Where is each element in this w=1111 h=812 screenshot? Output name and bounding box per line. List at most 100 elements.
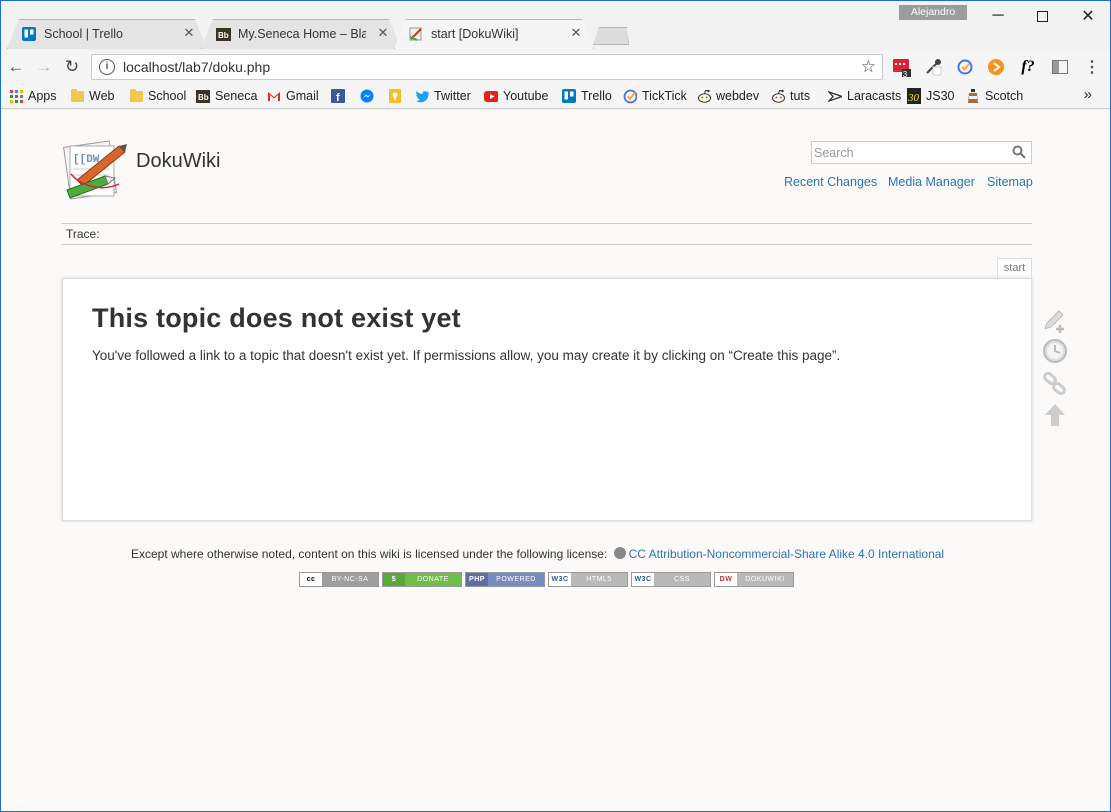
bookmark-school[interactable]: School	[129, 87, 186, 105]
bookmark-label: tuts	[790, 89, 811, 103]
bookmark-label: Youtube	[503, 89, 549, 103]
bookmark-facebook[interactable]: f	[331, 87, 350, 105]
maximize-icon[interactable]	[1019, 1, 1065, 31]
sitemap-link[interactable]: Sitemap	[987, 175, 1033, 189]
badge-cc[interactable]: cc BY-NC-SA	[299, 572, 379, 587]
bookmark-label: Apps	[28, 89, 57, 103]
badge-left: DW	[715, 573, 737, 586]
bookmark-trello[interactable]: Trello	[562, 87, 612, 105]
bookmark-label: TickTick	[642, 89, 687, 103]
page-id: start	[997, 258, 1032, 278]
trello-icon	[562, 89, 576, 103]
back-icon[interactable]: ←	[5, 56, 27, 78]
badge-donate[interactable]: $ DONATE	[382, 572, 462, 587]
bookmark-messenger[interactable]	[360, 87, 379, 105]
badge-html5[interactable]: W3C HTML5	[548, 572, 628, 587]
tab-trello[interactable]: School | Trello ✕	[7, 19, 207, 49]
old-revisions-icon[interactable]	[1042, 338, 1068, 364]
folder-icon	[70, 88, 84, 103]
forward-icon[interactable]: →	[33, 56, 55, 78]
search-icon[interactable]	[1012, 145, 1026, 159]
bookmark-label: Laracasts	[847, 89, 902, 103]
tab-dokuwiki[interactable]: start [DokuWiki] ✕	[394, 19, 594, 49]
reload-icon[interactable]: ↻	[61, 56, 83, 78]
svg-text:Bb: Bb	[218, 31, 229, 40]
bookmark-web[interactable]: Web	[70, 87, 114, 105]
page-content: This topic does not exist yet You've fol…	[62, 278, 1032, 521]
cc-globe-icon	[613, 547, 626, 559]
gmail-icon	[267, 89, 281, 103]
backlinks-icon[interactable]	[1042, 371, 1068, 397]
breadcrumb: Trace:	[61, 223, 1032, 245]
close-icon[interactable]: ✕	[183, 26, 195, 39]
reddit-icon	[771, 89, 785, 103]
close-icon[interactable]: ✕	[570, 26, 582, 39]
dokuwiki-logo[interactable]: [[DW	[61, 136, 129, 204]
window-close-icon[interactable]: ✕	[1065, 1, 1110, 31]
badge-dokuwiki[interactable]: DW DOKUWIKI	[714, 572, 794, 587]
sidebar-icon[interactable]	[1050, 57, 1070, 77]
formula-icon[interactable]: f?	[1018, 57, 1038, 77]
bookmark-label: webdev	[716, 89, 760, 103]
bookmark-apps[interactable]: Apps	[9, 87, 57, 105]
badge-php[interactable]: PHP POWERED	[465, 572, 545, 587]
badge-right: BY-NC-SA	[322, 573, 378, 586]
tab-title: start [DokuWiki]	[431, 27, 519, 41]
bookmark-tuts[interactable]: tuts	[771, 87, 810, 105]
bookmark-ticktick[interactable]: TickTick	[623, 87, 687, 105]
bookmark-laracasts[interactable]: Laracasts	[828, 87, 901, 105]
badge-css[interactable]: W3C CSS	[631, 572, 711, 587]
trello-icon	[21, 26, 37, 42]
menu-icon[interactable]: ⋮	[1082, 57, 1102, 77]
chevron-more-icon[interactable]: »	[1084, 86, 1092, 103]
ticktick-icon	[623, 89, 637, 103]
bookmark-keep[interactable]	[388, 87, 407, 105]
tab-title: My.Seneca Home – Blackboard	[238, 27, 366, 41]
bookmark-scotch[interactable]: Scotch	[966, 87, 1023, 105]
apps-grid-icon	[9, 89, 23, 103]
license-link[interactable]: CC Attribution-Noncommercial-Share Alike…	[629, 547, 944, 561]
new-tab-button[interactable]	[593, 27, 629, 45]
tab-seneca[interactable]: Bb My.Seneca Home – Blackboard ✕	[201, 19, 401, 49]
search-placeholder: Search	[814, 145, 854, 160]
star-icon[interactable]: ☆	[861, 57, 876, 77]
scotch-icon	[966, 88, 980, 103]
minimize-icon[interactable]: ─	[975, 1, 1021, 31]
bookmark-twitter[interactable]: Twitter	[415, 87, 471, 105]
eyedropper-icon[interactable]	[923, 57, 943, 77]
bookmark-webdev[interactable]: webdev	[697, 87, 759, 105]
address-bar[interactable]: i localhost/lab7/doku.php ☆	[91, 54, 883, 80]
badge-right: CSS	[654, 573, 710, 586]
facebook-icon: f	[331, 89, 345, 103]
bookmark-youtube[interactable]: Youtube	[484, 87, 548, 105]
bookmark-gmail[interactable]: Gmail	[267, 87, 319, 105]
back-to-top-icon[interactable]	[1042, 402, 1068, 428]
info-icon[interactable]: i	[99, 59, 115, 75]
site-title[interactable]: DokuWiki	[136, 150, 220, 173]
create-page-icon[interactable]	[1042, 308, 1068, 334]
play-extension-icon[interactable]	[986, 57, 1006, 77]
bookmark-label: JS30	[926, 89, 955, 103]
badge-left: W3C	[632, 573, 654, 586]
license-footer: Except where otherwise noted, content on…	[131, 547, 944, 561]
bookmark-label: School	[148, 89, 187, 103]
recent-changes-link[interactable]: Recent Changes	[784, 175, 877, 189]
bookmark-label: Trello	[581, 89, 612, 103]
keep-icon	[388, 89, 402, 103]
badge-left: $	[383, 573, 405, 586]
bookmark-seneca[interactable]: Bb Seneca	[196, 87, 257, 105]
media-manager-link[interactable]: Media Manager	[888, 175, 975, 189]
profile-button[interactable]: Alejandro	[899, 5, 967, 20]
search-input[interactable]: Search	[811, 141, 1032, 164]
ticktick-icon[interactable]	[955, 57, 975, 77]
bookmark-label: Scotch	[985, 89, 1024, 103]
twitter-icon	[415, 89, 429, 103]
page-message: You've followed a link to a topic that d…	[92, 348, 841, 363]
bookmark-js30[interactable]: 30 JS30	[907, 87, 955, 105]
badge-left: W3C	[549, 573, 571, 586]
scrollbar[interactable]	[1093, 110, 1110, 811]
youtube-icon	[484, 89, 498, 103]
svg-text:Bb: Bb	[198, 93, 209, 102]
close-icon[interactable]: ✕	[377, 26, 389, 39]
tab-title: School | Trello	[44, 27, 123, 41]
